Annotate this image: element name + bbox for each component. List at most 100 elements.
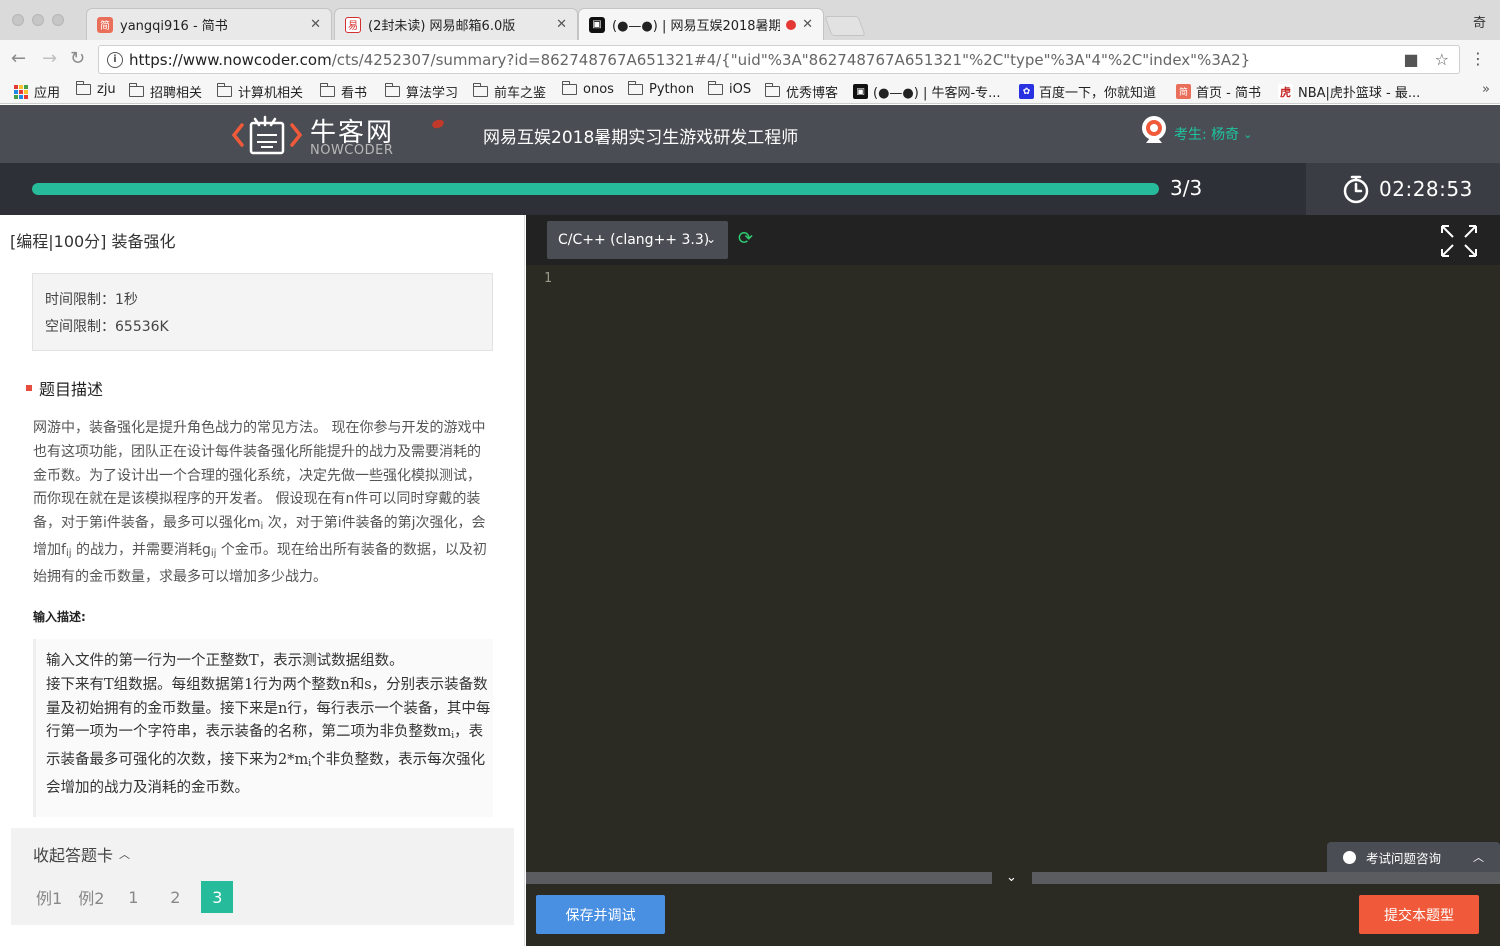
- site-info-icon[interactable]: i: [107, 51, 123, 68]
- bookmark-apps[interactable]: 应用: [14, 82, 60, 101]
- browser-tab-mail[interactable]: 易 (2封未读) 网易邮箱6.0版 ✕: [334, 8, 578, 40]
- bookmark-jianshu[interactable]: 简首页 - 简书: [1176, 82, 1261, 101]
- folder-icon: [216, 83, 232, 97]
- save-and-debug-button[interactable]: 保存并调试: [536, 895, 665, 934]
- url-path: /cts/4252307/summary?id=862748767A651321…: [331, 50, 1251, 69]
- input-description: 输入文件的第一行为一个正整数T，表示测试数据组数。 接下来有T组数据。每组数据第…: [33, 639, 493, 817]
- progress-count: 3/3: [1170, 176, 1203, 200]
- bookmark-folder-zju[interactable]: zju: [75, 81, 116, 97]
- bookmark-folder-books[interactable]: 看书: [319, 82, 368, 101]
- timer: 02:28:53: [1306, 163, 1500, 215]
- new-tab-button[interactable]: [824, 16, 866, 36]
- nowcoder-favicon-icon: ▣: [589, 16, 605, 33]
- profile-name[interactable]: 奇: [1473, 12, 1486, 31]
- bookmark-folder-python[interactable]: Python: [627, 81, 694, 97]
- editor-footer: 保存并调试 提交本题型: [526, 884, 1500, 946]
- limits-box: 时间限制：1秒 空间限制：65536K: [32, 273, 493, 351]
- bookmark-folder-recruit[interactable]: 招聘相关: [128, 82, 203, 101]
- tab-close-icon[interactable]: ✕: [556, 17, 567, 32]
- jianshu-favicon-icon: 简: [97, 16, 113, 33]
- progress-bar: [32, 183, 1159, 195]
- submit-button[interactable]: 提交本题型: [1359, 895, 1479, 934]
- chat-bubble-icon: [1343, 846, 1356, 864]
- fullscreen-icon[interactable]: [1439, 223, 1479, 259]
- collapse-console-icon[interactable]: ⌄: [1006, 870, 1017, 885]
- address-bar[interactable]: i https://www.nowcoder.com/cts/4252307/s…: [98, 45, 1460, 74]
- browser-menu-icon[interactable]: ⋮: [1470, 49, 1486, 68]
- bookmark-baidu[interactable]: ✿ 百度一下，你就知道: [1019, 82, 1156, 101]
- back-arrow-icon[interactable]: ←: [11, 49, 26, 69]
- exam-help-tab[interactable]: 考试问题咨询 ︿: [1327, 842, 1500, 872]
- window-close-button[interactable]: [12, 14, 24, 26]
- language-select-value: C/C++ (clang++ 3.3): [558, 232, 710, 248]
- camera-icon[interactable]: ■: [1404, 50, 1419, 69]
- tab-close-icon[interactable]: ✕: [802, 17, 813, 32]
- chevron-down-icon: ⌄: [1243, 127, 1253, 141]
- bookmark-label: zju: [97, 82, 116, 97]
- line-number: 1: [544, 271, 552, 286]
- bookmark-folder-blogs[interactable]: 优秀博客: [764, 82, 839, 101]
- bookmark-label: 招聘相关: [150, 86, 203, 101]
- answer-card-toggle[interactable]: 收起答题卡 ︿: [33, 842, 130, 866]
- bookmark-folder-cs[interactable]: 计算机相关: [216, 82, 303, 101]
- bookmark-label: 优秀博客: [786, 86, 839, 101]
- forward-arrow-icon[interactable]: →: [42, 49, 57, 69]
- chevron-up-icon: ︿: [119, 848, 131, 861]
- folder-icon: [627, 81, 643, 95]
- baidu-paw-icon: ✿: [1019, 84, 1034, 99]
- window-zoom-button[interactable]: [52, 14, 64, 26]
- exam-title: 网易互娱2018暑期实习生游戏研发工程师: [483, 128, 799, 148]
- user-menu[interactable]: 考生: 杨奇 ⌄: [1140, 115, 1252, 149]
- progress-fill: [32, 183, 1159, 195]
- reload-icon[interactable]: ↻: [70, 49, 85, 69]
- browser-tab-jianshu[interactable]: 简 yangqi916 - 简书 ✕: [86, 8, 332, 40]
- bookmark-star-icon[interactable]: ☆: [1435, 50, 1449, 69]
- tab-title: (●—●) | 网易互娱2018暑期: [612, 19, 781, 34]
- url-host: https://www.nowcoder.com: [129, 50, 332, 69]
- bookmark-folder-onos[interactable]: onos: [561, 81, 614, 97]
- webcam-icon: [1142, 116, 1166, 143]
- folder-icon: [128, 83, 144, 97]
- bookmark-label: 算法学习: [406, 86, 459, 101]
- bookmark-folder-ios[interactable]: iOS: [707, 81, 751, 97]
- bookmark-label: 首页 - 简书: [1196, 86, 1261, 101]
- problem-title: [编程|100分] 装备强化: [10, 232, 176, 251]
- code-input-area[interactable]: [566, 267, 1486, 867]
- bookmarks-bar: 应用 zju 招聘相关 计算机相关 看书 算法学习 前车之鉴 onos Pyth…: [0, 78, 1500, 104]
- user-name: 考生: 杨奇: [1174, 127, 1240, 143]
- question-nav-item[interactable]: 例1: [33, 881, 65, 913]
- folder-icon: [472, 83, 488, 97]
- tab-close-icon[interactable]: ✕: [310, 17, 321, 32]
- decorative-mark-icon: [430, 118, 446, 130]
- bookmark-label: 百度一下，你就知道: [1039, 86, 1157, 101]
- bookmark-label: 前车之鉴: [494, 86, 547, 101]
- bookmarks-overflow-icon[interactable]: »: [1482, 82, 1490, 97]
- question-nav-item[interactable]: 例2: [75, 881, 107, 913]
- reset-code-icon[interactable]: ⟳: [738, 228, 753, 249]
- bookmark-folder-algo[interactable]: 算法学习: [384, 82, 459, 101]
- bookmark-hupu[interactable]: 虎 NBA|虎扑篮球 - 最...: [1278, 82, 1420, 101]
- browser-tab-strip: 简 yangqi916 - 简书 ✕ 易 (2封未读) 网易邮箱6.0版 ✕ ▣…: [0, 0, 1500, 40]
- apps-grid-icon: [14, 84, 28, 99]
- bookmark-label: 应用: [34, 86, 61, 101]
- chevron-up-icon: ︿: [1473, 851, 1484, 864]
- bookmark-label: 看书: [341, 86, 368, 101]
- problem-description: 网游中，装备强化是提升角色战力的常见方法。 现在你参与开发的游戏中也有这项功能，…: [33, 420, 487, 585]
- browser-tab-nowcoder[interactable]: ▣ (●—●) | 网易互娱2018暑期 ✕: [578, 8, 824, 40]
- language-select[interactable]: C/C++ (clang++ 3.3) ⌄: [547, 221, 728, 259]
- question-nav-item-current[interactable]: 3: [201, 881, 234, 913]
- stopwatch-icon: [1343, 175, 1369, 204]
- bookmark-folder-lessons[interactable]: 前车之鉴: [472, 82, 547, 101]
- section-heading-text: 题目描述: [39, 380, 104, 399]
- input-description-label: 输入描述:: [33, 610, 86, 624]
- window-minimize-button[interactable]: [32, 14, 44, 26]
- question-nav-item[interactable]: 1: [117, 881, 149, 913]
- problem-panel: [编程|100分] 装备强化 时间限制：1秒 空间限制：65536K 题目描述 …: [0, 215, 525, 946]
- code-editor: C/C++ (clang++ 3.3) ⌄ ⟳ 1 考试问题咨询 ︿ ⌄ 保存并…: [526, 215, 1500, 946]
- editor-toolbar: C/C++ (clang++ 3.3) ⌄ ⟳: [526, 215, 1500, 265]
- bookmark-nowcoder[interactable]: ▣ (●—●) | 牛客网-专...: [853, 82, 1001, 101]
- folder-icon: [707, 81, 723, 95]
- logo-subtitle: NOWCODER: [310, 143, 394, 158]
- question-nav-item[interactable]: 2: [159, 881, 191, 913]
- bookmark-label: (●—●) | 牛客网-专...: [873, 86, 1001, 101]
